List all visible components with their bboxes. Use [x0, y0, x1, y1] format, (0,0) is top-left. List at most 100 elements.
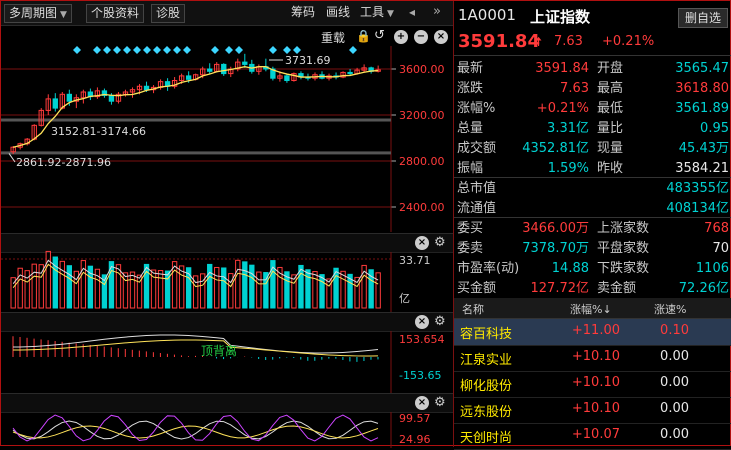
volume-bar: [157, 270, 164, 309]
signal-diamond-icon: [133, 46, 141, 54]
quote-cell: 70: [712, 241, 729, 256]
signal-diamond-icon: [93, 46, 101, 54]
signal-diamond-icon: [103, 46, 111, 54]
period-label: 多周期图: [9, 6, 58, 20]
price-tick-label: 2400.00: [399, 201, 445, 214]
chart-toolbar: 多周期图 ▼ 个股资料 诊股 筹码 画线 工具 ▼ ◂ »: [1, 1, 453, 26]
volume-tick-label: 33.71: [399, 254, 431, 267]
list-item[interactable]: 江泉实业 +10.10 0.00: [454, 345, 731, 372]
speed: 0.00: [660, 401, 689, 416]
candle-body: [284, 75, 290, 82]
dif-line: [12, 334, 379, 354]
candle-body: [143, 85, 150, 91]
divider: [454, 177, 731, 178]
volume-bar: [31, 263, 37, 309]
col-pct-header[interactable]: 涨幅%↓: [570, 301, 612, 317]
signal-diamond-icon: [143, 46, 151, 54]
signal-diamond-icon: [211, 46, 219, 54]
quote-cell: 最新: [457, 61, 484, 76]
col-speed-header[interactable]: 涨速%: [654, 301, 686, 317]
quote-cell: 3466.00万: [522, 221, 589, 236]
kdj-tick-label: 99.57: [399, 412, 431, 425]
list-item[interactable]: 远东股份 +10.10 0.00: [454, 397, 731, 424]
signal-diamond-icon: [349, 46, 357, 54]
list-item[interactable]: 容百科技 +11.00 0.10: [454, 319, 731, 346]
remove-watchlist-button[interactable]: 删自选: [678, 8, 728, 28]
quote-cell: 下跌家数: [597, 261, 650, 276]
draw-line-button[interactable]: 画线: [326, 4, 350, 21]
speed: 0.00: [660, 427, 689, 442]
gainers-header: 名称 涨幅%↓ 涨速%: [454, 298, 731, 319]
quote-cell: 1.59%: [547, 161, 589, 176]
quote-cell: 483355亿: [666, 181, 729, 196]
tools-dropdown[interactable]: 工具 ▼: [360, 4, 394, 21]
list-item[interactable]: 柳化股份 +10.10 0.00: [454, 371, 731, 398]
chips-button[interactable]: 筹码: [291, 4, 315, 21]
signal-diamond-icon: [293, 46, 301, 54]
last-price: 3591.84: [458, 31, 540, 52]
price-change-pct: +0.21%: [602, 34, 655, 49]
volume-pane[interactable]: × ⚙ 33.71 亿: [1, 233, 453, 312]
quote-row: 委买 3466.00万 上涨家数 768: [454, 219, 731, 239]
candle-body: [221, 63, 227, 75]
quote-row: 总市值 483355亿: [454, 179, 731, 199]
divider: [454, 217, 731, 218]
stock-name: 远东股份: [460, 405, 513, 420]
quote-cell: 127.72亿: [530, 281, 590, 296]
quote-cell: 14.88: [551, 261, 589, 276]
quote-cell: 最高: [597, 81, 624, 96]
double-chevron-right-icon[interactable]: »: [433, 4, 441, 19]
price-change: 7.63: [554, 34, 583, 49]
pct-change: +10.10: [571, 401, 620, 416]
quote-cell: 卖金额: [597, 281, 637, 296]
kdj-pane[interactable]: × ⚙ 99.57 24.96: [1, 393, 453, 448]
collapse-icon[interactable]: ◂: [409, 4, 415, 21]
kline-chart: 3600.00 3200.00 2800.00 2400.00 3731.69 3152.…: [1, 46, 445, 232]
quote-cell: 涨幅%: [457, 101, 496, 116]
diagnose-button[interactable]: 诊股: [151, 4, 186, 23]
price-tick-label: 3600.00: [399, 63, 445, 76]
candle-body: [207, 68, 213, 72]
volume-bar: [235, 259, 241, 309]
col-name-header[interactable]: 名称: [462, 301, 484, 317]
stock-name: 江泉实业: [460, 353, 513, 368]
k-line: [12, 420, 379, 440]
volume-bar: [375, 272, 381, 309]
chevron-down-icon: ▼: [60, 10, 67, 20]
candle-body: [242, 61, 248, 65]
price-tick-label: 2800.00: [399, 155, 445, 168]
high-annotation: 3731.69: [285, 54, 331, 67]
quote-cell: +0.21%: [536, 101, 589, 116]
stock-info-button[interactable]: 个股资料: [86, 4, 145, 23]
volume-bar: [256, 271, 262, 309]
period-dropdown[interactable]: 多周期图 ▼: [4, 4, 72, 23]
quote-row: 总量 3.31亿 量比 0.95: [454, 119, 731, 139]
pct-change: +10.10: [571, 349, 620, 364]
signal-diamond-icon: [173, 46, 181, 54]
quote-cell: 3591.84: [535, 61, 589, 76]
macd-tick-label: 153.654: [399, 333, 445, 346]
signal-diamond-icon: [183, 46, 191, 54]
signal-diamond-icon: [73, 46, 81, 54]
quote-panel: 1A0001 上证指数 删自选 3591.84 🠅 7.63 +0.21% 最新…: [453, 1, 731, 450]
dea-line: [12, 339, 378, 357]
volume-bar: [340, 270, 346, 309]
quote-cell: 3.31亿: [547, 121, 589, 136]
signal-diamond-icon: [225, 46, 233, 54]
volume-bar: [178, 265, 185, 309]
candle-body: [52, 98, 58, 109]
macd-signal-label: 顶背离: [201, 343, 237, 358]
candle-body: [347, 71, 353, 75]
quote-header: 1A0001 上证指数 删自选 3591.84 🠅 7.63 +0.21%: [454, 1, 731, 53]
pct-change: +10.07: [571, 427, 620, 442]
quote-cell: 买金额: [457, 281, 497, 296]
quote-cell: 涨跌: [457, 81, 484, 96]
kline-pane[interactable]: 重载 🔒 ↺ + − × 3600.00 3200.00 2800.00 2400.0…: [1, 25, 453, 232]
quote-cell: 成交额: [457, 141, 497, 156]
quote-cell: 1106: [695, 261, 729, 276]
macd-pane[interactable]: × ⚙ 153.654 -153.65 顶背离: [1, 312, 453, 393]
quote-cell: 委卖: [457, 241, 484, 256]
volume-bar: [122, 272, 129, 309]
volume-bar: [291, 274, 297, 309]
quote-cell: 3584.21: [675, 161, 729, 176]
